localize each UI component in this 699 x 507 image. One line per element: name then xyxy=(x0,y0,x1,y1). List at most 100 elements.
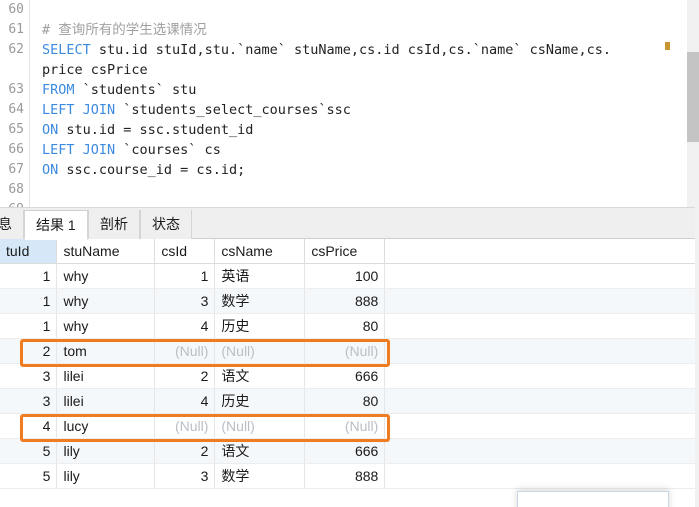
sql-text: `courses` cs xyxy=(115,142,221,158)
cell-stuId[interactable]: 3 xyxy=(0,363,58,389)
cell-csName[interactable]: 语文 xyxy=(214,438,306,464)
sql-text: ssc.course_id = cs.id; xyxy=(58,162,246,178)
column-header-csId[interactable]: csId xyxy=(154,239,216,264)
cell-stuId[interactable]: 2 xyxy=(0,338,58,364)
table-row[interactable]: 1 why 4 历史 80 xyxy=(0,313,699,339)
sql-editor[interactable]: 60 61 62 63 64 65 66 67 68 69 # 查询所有的学生选课情况 SELECT… xyxy=(0,0,699,207)
cell-csName[interactable]: 数学 xyxy=(214,463,306,489)
sql-text: stu.id = ssc.student_id xyxy=(58,122,254,138)
line-number: 60 xyxy=(8,2,24,17)
cell-stuId[interactable]: 3 xyxy=(0,388,58,414)
cell-csName[interactable]: 英语 xyxy=(214,263,306,289)
cell-stuId[interactable]: 1 xyxy=(0,313,58,339)
tab-info[interactable]: 息 xyxy=(0,210,24,240)
line-number: 68 xyxy=(8,182,24,197)
cell-stuName[interactable]: why xyxy=(56,313,156,339)
cell-csPrice[interactable]: 666 xyxy=(304,363,386,389)
cell-csName[interactable]: (Null) xyxy=(214,338,306,364)
cell-csName[interactable]: 语文 xyxy=(214,363,306,389)
cell-csId[interactable]: 2 xyxy=(154,363,216,389)
result-grid[interactable]: tuId stuName csId csName csPrice 1 why 1 英语 100 … xyxy=(0,239,699,507)
cell-csId[interactable]: 3 xyxy=(154,463,216,489)
tab-label: 状态 xyxy=(152,216,180,232)
code-line[interactable]: ON stu.id = ssc.student_id xyxy=(42,120,699,140)
code-line[interactable]: SELECT stu.id stuId,stu.`name` stuName,c… xyxy=(42,40,699,60)
line-number: 61 xyxy=(8,22,24,37)
tab-label: 结果 1 xyxy=(36,217,76,233)
cell-stuId[interactable]: 4 xyxy=(0,413,58,439)
cell-csPrice[interactable]: 888 xyxy=(304,288,386,314)
column-header-blank[interactable] xyxy=(384,239,699,264)
cell-csPrice[interactable]: 888 xyxy=(304,463,386,489)
sql-code-area[interactable]: # 查询所有的学生选课情况 SELECT stu.id stuId,stu.`na… xyxy=(30,0,699,207)
cell-filler xyxy=(384,263,699,289)
cell-csName[interactable]: (Null) xyxy=(214,413,306,439)
code-line[interactable] xyxy=(42,180,699,200)
table-row[interactable]: 1 why 3 数学 888 xyxy=(0,288,699,314)
code-line[interactable]: LEFT JOIN `students_select_courses`ssc xyxy=(42,100,699,120)
cell-csId[interactable]: (Null) xyxy=(154,338,216,364)
cell-stuName[interactable]: lilei xyxy=(56,388,156,414)
cell-filler xyxy=(384,413,699,439)
code-line[interactable]: # 查询所有的学生选课情况 xyxy=(42,20,699,40)
cell-stuId[interactable]: 5 xyxy=(0,438,58,464)
line-number: 69 xyxy=(0,200,29,207)
code-line[interactable]: price csPrice xyxy=(42,60,699,80)
table-row[interactable]: 4 lucy (Null) (Null) (Null) xyxy=(0,413,699,439)
editor-scrollbar-track[interactable] xyxy=(687,0,699,207)
cell-csId[interactable]: 4 xyxy=(154,313,216,339)
bottom-popup-panel[interactable] xyxy=(517,491,669,507)
cell-stuName[interactable]: lily xyxy=(56,438,156,464)
table-row[interactable]: 2 tom (Null) (Null) (Null) xyxy=(0,338,699,364)
column-header-csName[interactable]: csName xyxy=(214,239,306,264)
cell-csId[interactable]: 1 xyxy=(154,263,216,289)
cell-csId[interactable]: 2 xyxy=(154,438,216,464)
cell-csPrice[interactable]: 100 xyxy=(304,263,386,289)
cell-stuName[interactable]: lilei xyxy=(56,363,156,389)
table-row[interactable]: 5 lily 2 语文 666 xyxy=(0,438,699,464)
column-header-stuName[interactable]: stuName xyxy=(56,239,156,264)
cell-csId[interactable]: (Null) xyxy=(154,413,216,439)
table-row[interactable]: 3 lilei 4 历史 80 xyxy=(0,388,699,414)
cell-stuId[interactable]: 1 xyxy=(0,263,58,289)
cell-csName[interactable]: 历史 xyxy=(214,388,306,414)
cell-csId[interactable]: 4 xyxy=(154,388,216,414)
column-header-tuId[interactable]: tuId xyxy=(0,239,58,264)
tab-result-1[interactable]: 结果 1 xyxy=(24,210,88,240)
table-row[interactable]: 5 lily 3 数学 888 xyxy=(0,463,699,489)
cell-stuName[interactable]: lucy xyxy=(56,413,156,439)
table-row[interactable]: 1 why 1 英语 100 xyxy=(0,263,699,289)
sql-client-window: 60 61 62 63 64 65 66 67 68 69 # 查询所有的学生选课情况 SELECT… xyxy=(0,0,699,507)
cell-stuId[interactable]: 5 xyxy=(0,463,58,489)
editor-scrollbar-thumb[interactable] xyxy=(687,52,699,142)
sql-keyword: LEFT JOIN xyxy=(42,102,116,118)
cell-csName[interactable]: 历史 xyxy=(214,313,306,339)
code-line[interactable]: FROM `students` stu xyxy=(42,80,699,100)
code-line[interactable]: LEFT JOIN `courses` cs xyxy=(42,140,699,160)
cell-stuId[interactable]: 1 xyxy=(0,288,58,314)
tab-status[interactable]: 状态 xyxy=(140,210,192,240)
cell-csPrice[interactable]: (Null) xyxy=(304,338,386,364)
code-line[interactable]: ON ssc.course_id = cs.id; xyxy=(42,160,699,180)
cell-stuName[interactable]: tom xyxy=(56,338,156,364)
cell-filler xyxy=(384,463,699,489)
cell-stuName[interactable]: why xyxy=(56,288,156,314)
cell-stuName[interactable]: lily xyxy=(56,463,156,489)
sql-text: price csPrice xyxy=(42,62,148,78)
sql-text: `students_select_courses`ssc xyxy=(115,102,351,118)
code-line[interactable] xyxy=(42,200,699,207)
cell-csId[interactable]: 3 xyxy=(154,288,216,314)
line-number xyxy=(0,60,29,80)
cell-csPrice[interactable]: (Null) xyxy=(304,413,386,439)
cell-csPrice[interactable]: 666 xyxy=(304,438,386,464)
cell-csPrice[interactable]: 80 xyxy=(304,313,386,339)
tab-profile[interactable]: 剖析 xyxy=(88,210,140,240)
cell-csPrice[interactable]: 80 xyxy=(304,388,386,414)
column-header-csPrice[interactable]: csPrice xyxy=(304,239,386,264)
tab-label: 剖析 xyxy=(100,216,128,232)
code-line[interactable] xyxy=(42,0,699,20)
cell-csName[interactable]: 数学 xyxy=(214,288,306,314)
table-row[interactable]: 3 lilei 2 语文 666 xyxy=(0,363,699,389)
line-number: 66 xyxy=(8,142,24,157)
cell-stuName[interactable]: why xyxy=(56,263,156,289)
